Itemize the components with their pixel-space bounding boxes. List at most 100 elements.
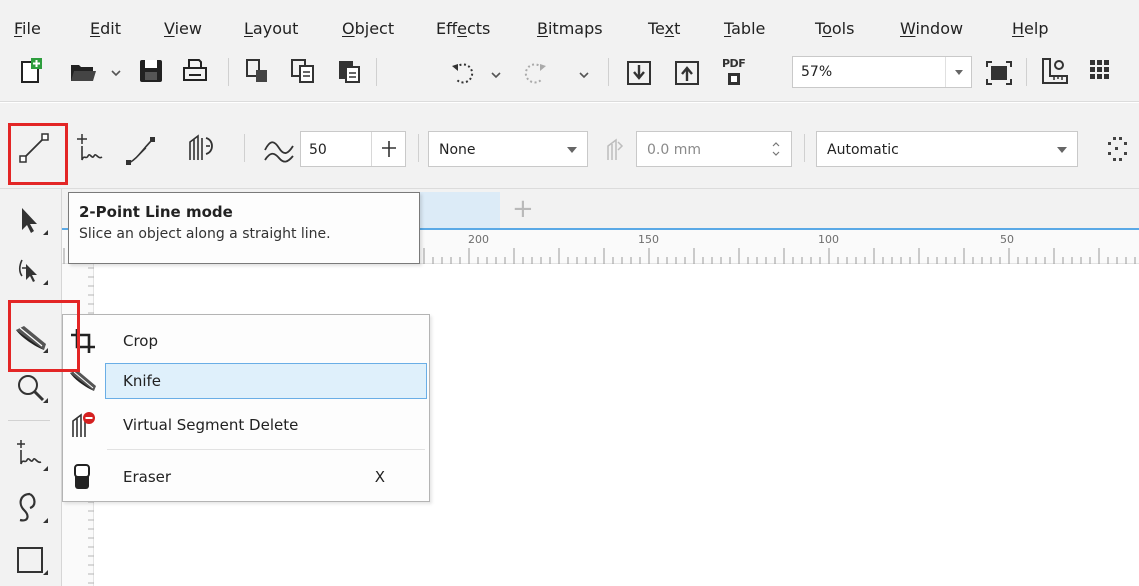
menu-view-text-rest: iew (174, 19, 202, 38)
highlight-box-crop-tool (8, 300, 80, 372)
hand-smoothing-value: 50 (309, 142, 327, 158)
chevron-down-icon (567, 147, 577, 153)
flyout-item-label: Crop (123, 332, 159, 350)
ruler-label: 50 (1000, 233, 1014, 246)
hand-smoothing-spinbox[interactable]: 50 (300, 131, 406, 167)
menu-layout[interactable]: Layout (244, 20, 298, 38)
menu-tools-text-rest: ols (831, 19, 855, 38)
smoothing-slider-icon[interactable] (379, 139, 399, 159)
crop-tools-flyout: Crop Knife Virtual Segment Delete Eraser… (62, 314, 430, 502)
flyout-item-virtual-segment-delete[interactable]: Virtual Segment Delete (63, 405, 429, 445)
menu-effects[interactable]: Effects (436, 20, 490, 38)
open-folder-icon[interactable] (68, 56, 98, 86)
freehand-mode-button[interactable] (74, 132, 108, 166)
slice-mode-combo[interactable]: Automatic (816, 131, 1078, 167)
zoom-dropdown-button[interactable] (945, 57, 971, 87)
menu-edit[interactable]: Edit (90, 20, 121, 38)
new-document-icon[interactable] (16, 56, 46, 86)
menu-edit-text-rest: dit (100, 19, 121, 38)
cut-icon[interactable] (242, 56, 272, 86)
menu-layout-text-rest: ayout (252, 19, 299, 38)
import-icon[interactable] (624, 58, 654, 88)
menu-help-mnemonic: H (1012, 19, 1025, 38)
toolbox-divider (8, 420, 50, 421)
print-icon[interactable] (180, 56, 210, 86)
zoom-tool[interactable] (10, 368, 54, 408)
menu-effects-mnemonic: e (457, 19, 467, 38)
outline-width-icon (602, 136, 630, 164)
freehand-tool[interactable] (10, 436, 54, 476)
zoom-level-combo[interactable]: 57% (792, 56, 972, 88)
flyout-item-eraser[interactable]: Eraser X (63, 457, 429, 497)
add-document-tab-icon[interactable]: + (512, 196, 534, 222)
flyout-arrow-icon (43, 518, 48, 523)
artistic-media-tool[interactable] (10, 488, 54, 528)
tooltip-title: 2-Point Line mode (79, 203, 233, 221)
menu-bitmaps[interactable]: Bitmaps (537, 20, 603, 38)
open-dropdown-icon[interactable] (110, 68, 122, 78)
menu-tools-mnemonic: o (822, 19, 832, 38)
menu-help[interactable]: Help (1012, 20, 1048, 38)
flyout-item-knife[interactable]: Knife (63, 361, 429, 401)
ruler-label: 200 (468, 233, 489, 246)
menu-file-text-rest: ile (22, 19, 41, 38)
menu-text-text-rest: t (674, 19, 681, 38)
cut-span-button[interactable] (184, 130, 220, 166)
tooltip-description: Slice an object along a straight line. (79, 226, 331, 242)
flyout-item-label: Knife (123, 372, 162, 390)
redo-dropdown-icon[interactable] (578, 70, 590, 80)
chevron-down-icon (955, 70, 963, 75)
flyout-item-label: Eraser (123, 468, 172, 486)
split-nodes-icon[interactable] (1100, 134, 1132, 166)
bezier-mode-button[interactable] (124, 134, 158, 168)
menu-object[interactable]: Object (342, 20, 394, 38)
toolbar-separator (418, 134, 419, 162)
export-icon[interactable] (672, 58, 702, 88)
menu-text[interactable]: Text (648, 20, 680, 38)
menu-file[interactable]: File (14, 20, 41, 38)
spin-arrows-icon[interactable] (771, 138, 781, 160)
pick-tool[interactable] (10, 200, 54, 240)
undo-icon[interactable] (448, 58, 478, 88)
menu-window-mnemonic: W (900, 19, 916, 38)
rulers-icon[interactable] (1040, 56, 1070, 86)
menu-effects-text-rest: cts (466, 19, 491, 38)
paste-icon[interactable] (334, 56, 364, 86)
outline-width-spinbox[interactable]: 0.0 mm (636, 131, 792, 167)
grid-icon[interactable] (1086, 56, 1116, 86)
menu-layout-mnemonic: L (244, 19, 253, 38)
outline-width-value: 0.0 mm (647, 142, 701, 158)
full-screen-icon[interactable] (984, 58, 1014, 88)
copy-icon[interactable] (288, 56, 318, 86)
menu-view[interactable]: View (164, 20, 202, 38)
menu-window[interactable]: Window (900, 20, 963, 38)
flyout-item-label: Virtual Segment Delete (123, 416, 299, 434)
shape-tool[interactable] (10, 250, 54, 290)
menu-table[interactable]: Table (724, 20, 765, 38)
menu-bitmaps-text-rest: itmaps (547, 19, 603, 38)
menu-bar: File Edit View Layout Object Effects Bit… (0, 0, 1139, 44)
toolbar-separator (376, 58, 377, 86)
menu-effects-text: Eff (436, 19, 458, 38)
hand-smoothing-icon (262, 134, 296, 168)
ruler-label: 150 (638, 233, 659, 246)
redo-icon[interactable] (520, 58, 550, 88)
flyout-item-crop[interactable]: Crop (63, 321, 429, 361)
toolbar-separator (804, 134, 805, 162)
menu-bitmaps-mnemonic: B (537, 19, 548, 38)
flyout-arrow-icon (43, 466, 48, 471)
menu-text-mnemonic: x (664, 19, 675, 38)
chevron-down-icon (1057, 147, 1067, 153)
menu-tools-text: T (815, 19, 823, 38)
menu-table-text-rest: able (731, 19, 766, 38)
tooltip: 2-Point Line mode Slice an object along … (68, 192, 420, 264)
undo-dropdown-icon[interactable] (490, 70, 502, 80)
menu-file-mnemonic: F (14, 19, 23, 38)
rectangle-tool[interactable] (10, 540, 54, 580)
eraser-icon (67, 461, 99, 493)
menu-tools[interactable]: Tools (815, 20, 854, 38)
outline-style-combo[interactable]: None (428, 131, 588, 167)
publish-pdf-icon[interactable]: PDF (718, 56, 752, 90)
cut-span-icon (189, 134, 213, 160)
save-icon[interactable] (136, 56, 166, 86)
